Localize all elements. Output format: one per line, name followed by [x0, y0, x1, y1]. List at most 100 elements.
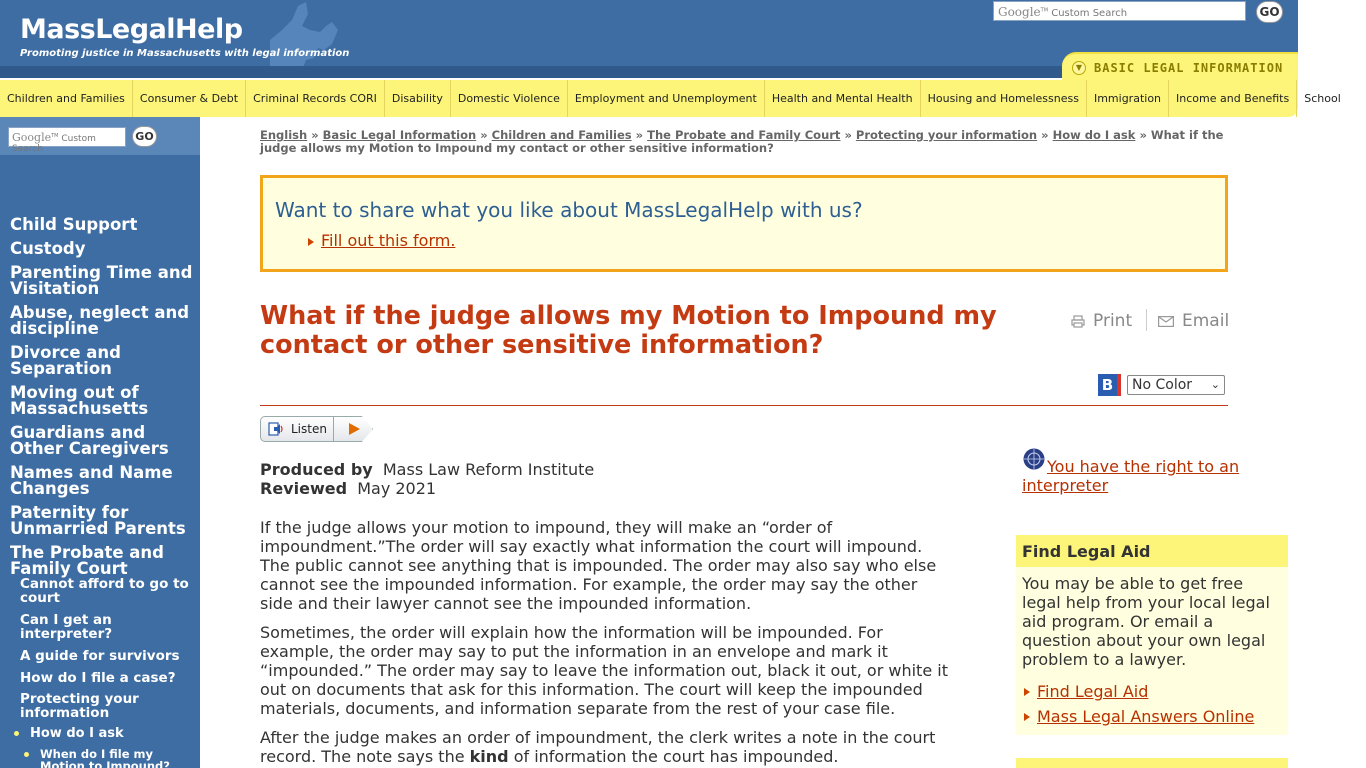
category-employment[interactable]: Employment and Unemployment [568, 80, 765, 117]
find-legal-aid-box: Find Legal Aid You may be able to get fr… [1016, 535, 1288, 735]
category-domestic-violence[interactable]: Domestic Violence [451, 80, 568, 117]
google-logo: Google [12, 131, 52, 144]
produced-by-label: Produced by [260, 460, 373, 479]
sidebar-subitem-when-file-motion[interactable]: When do I file my Motion to Impound? [40, 748, 195, 768]
category-consumer-debt[interactable]: Consumer & Debt [133, 80, 247, 117]
sidebar-search-input[interactable]: GoogleTM Custom Search [8, 127, 126, 154]
feedback-question: Want to share what you like about MassLe… [275, 198, 863, 222]
breadcrumb-separator: » [635, 128, 644, 142]
breadcrumb: English » Basic Legal Information » Chil… [260, 129, 1228, 155]
sidebar-item-custody[interactable]: Custody [10, 240, 198, 257]
article-paragraph: After the judge makes an order of impoun… [260, 728, 955, 766]
arrow-right-icon [1024, 713, 1030, 721]
category-immigration[interactable]: Immigration [1087, 80, 1170, 117]
sidebar-search-go-button[interactable]: GO [132, 126, 157, 147]
chevron-down-icon: ▼ [1072, 61, 1086, 75]
sidebar-subitem-guide-survivors[interactable]: A guide for survivors [20, 649, 198, 663]
breadcrumb-link[interactable]: Protecting your information [856, 128, 1037, 142]
play-icon [349, 423, 360, 435]
category-school[interactable]: School [1297, 80, 1348, 117]
breadcrumb-separator: » [480, 128, 488, 142]
category-housing[interactable]: Housing and Homelessness [921, 80, 1087, 117]
reviewed-value: May 2021 [357, 479, 437, 498]
sidebar-item-paternity[interactable]: Paternity for Unmarried Parents [10, 504, 198, 537]
page-title: What if the judge allows my Motion to Im… [260, 301, 997, 360]
breadcrumb-link[interactable]: English [260, 128, 307, 142]
search-go-button[interactable]: GO [1256, 1, 1283, 23]
category-disability[interactable]: Disability [385, 80, 451, 117]
sidebar-search-area: GoogleTM Custom Search GO [0, 117, 200, 155]
breadcrumb-link[interactable]: The Probate and Family Court [647, 128, 840, 142]
sidebar: GoogleTM Custom Search GO Child Support … [0, 117, 200, 768]
legal-aid-heading: Find Legal Aid [1016, 535, 1288, 567]
search-input[interactable]: GoogleTM Custom Search [993, 1, 1246, 21]
breadcrumb-link[interactable]: Children and Families [492, 128, 632, 142]
color-scheme-select[interactable]: No Color ⌄ [1127, 375, 1225, 395]
bullet-icon [14, 731, 19, 736]
sidebar-subitem-interpreter[interactable]: Can I get an interpreter? [20, 613, 198, 641]
sidebar-item-names[interactable]: Names and Name Changes [10, 464, 198, 497]
breadcrumb-separator: » [1041, 128, 1049, 142]
sidebar-subitem-file-case[interactable]: How do I file a case? [20, 671, 198, 685]
next-sidebar-box [1016, 758, 1288, 768]
color-select-value: No Color [1132, 377, 1193, 393]
breadcrumb-separator: » [1139, 128, 1147, 142]
feedback-form-link[interactable]: Fill out this form. [321, 231, 455, 250]
printer-icon [1071, 314, 1085, 328]
breadcrumb-link[interactable]: Basic Legal Information [323, 128, 477, 142]
paragraph-emphasis: kind [469, 747, 509, 766]
arrow-right-icon [308, 238, 314, 246]
sidebar-item-guardians[interactable]: Guardians and Other Caregivers [10, 424, 198, 457]
search-placeholder: Custom Search [1051, 8, 1128, 19]
contrast-b-icon[interactable]: B [1098, 374, 1121, 396]
speaker-icon [268, 422, 283, 436]
find-legal-aid-link[interactable]: Find Legal Aid [1037, 682, 1148, 701]
site-logo[interactable]: MassLegalHelp [20, 14, 243, 45]
chevron-down-icon: ⌄ [1210, 378, 1220, 391]
print-button[interactable]: Print [1071, 311, 1132, 331]
interpreter-link[interactable]: You have the right to an interpreter [1022, 457, 1272, 495]
arrow-right-icon [1024, 688, 1030, 696]
massachusetts-map-graphic [270, 2, 338, 70]
article-paragraph: If the judge allows your motion to impou… [260, 518, 937, 613]
sidebar-item-moving-out[interactable]: Moving out of Massachusetts [10, 384, 198, 417]
mass-legal-answers-link[interactable]: Mass Legal Answers Online [1037, 707, 1254, 726]
breadcrumb-separator: » [311, 128, 319, 142]
toolbar-divider [1146, 309, 1147, 331]
legal-aid-description: You may be able to get free legal help f… [1022, 574, 1270, 669]
listen-button[interactable]: Listen [260, 416, 374, 442]
email-label: Email [1182, 311, 1230, 331]
sidebar-item-abuse-neglect[interactable]: Abuse, neglect and discipline [10, 304, 198, 337]
print-label: Print [1093, 311, 1133, 331]
sidebar-item-probate-court[interactable]: The Probate and Family Court [10, 544, 198, 577]
reviewed-label: Reviewed [260, 479, 348, 498]
site-tagline: Promoting justice in Massachusetts with … [20, 48, 350, 59]
sidebar-subitem-protecting-info[interactable]: Protecting your information [20, 692, 198, 720]
category-children-families[interactable]: Children and Families [0, 80, 133, 117]
feedback-box: Want to share what you like about MassLe… [260, 175, 1228, 272]
category-nav: Children and Families Consumer & Debt Cr… [0, 80, 1341, 117]
section-tab-label: BASIC LEGAL INFORMATION [1094, 61, 1284, 75]
breadcrumb-separator: » [844, 128, 852, 142]
category-income-benefits[interactable]: Income and Benefits [1169, 80, 1298, 117]
category-criminal-records[interactable]: Criminal Records CORI [246, 80, 385, 117]
header-strip [0, 66, 1070, 78]
email-button[interactable]: Email [1158, 311, 1229, 331]
sidebar-subitem-cannot-afford[interactable]: Cannot afford to go to court [20, 577, 198, 605]
paragraph-text: of information the court has impounded. [513, 747, 839, 766]
basic-legal-information-tab[interactable]: ▼ BASIC LEGAL INFORMATION [1062, 52, 1298, 80]
sidebar-item-divorce[interactable]: Divorce and Separation [10, 344, 198, 377]
listen-label: Listen [291, 422, 327, 436]
sidebar-item-child-support[interactable]: Child Support [10, 216, 198, 233]
envelope-icon [1158, 315, 1175, 327]
google-logo: Google [998, 5, 1041, 19]
category-health[interactable]: Health and Mental Health [765, 80, 921, 117]
bullet-icon [24, 752, 29, 757]
title-divider [260, 405, 1228, 406]
sidebar-item-parenting-time[interactable]: Parenting Time and Visitation [10, 264, 198, 297]
article-paragraph: Sometimes, the order will explain how th… [260, 623, 948, 718]
produced-by-value: Mass Law Reform Institute [382, 460, 595, 479]
breadcrumb-link[interactable]: How do I ask [1053, 128, 1136, 142]
article-meta: Produced by Mass Law Reform Institute Re… [260, 460, 594, 498]
sidebar-subitem-how-do-i-ask[interactable]: How do I ask [30, 726, 124, 741]
